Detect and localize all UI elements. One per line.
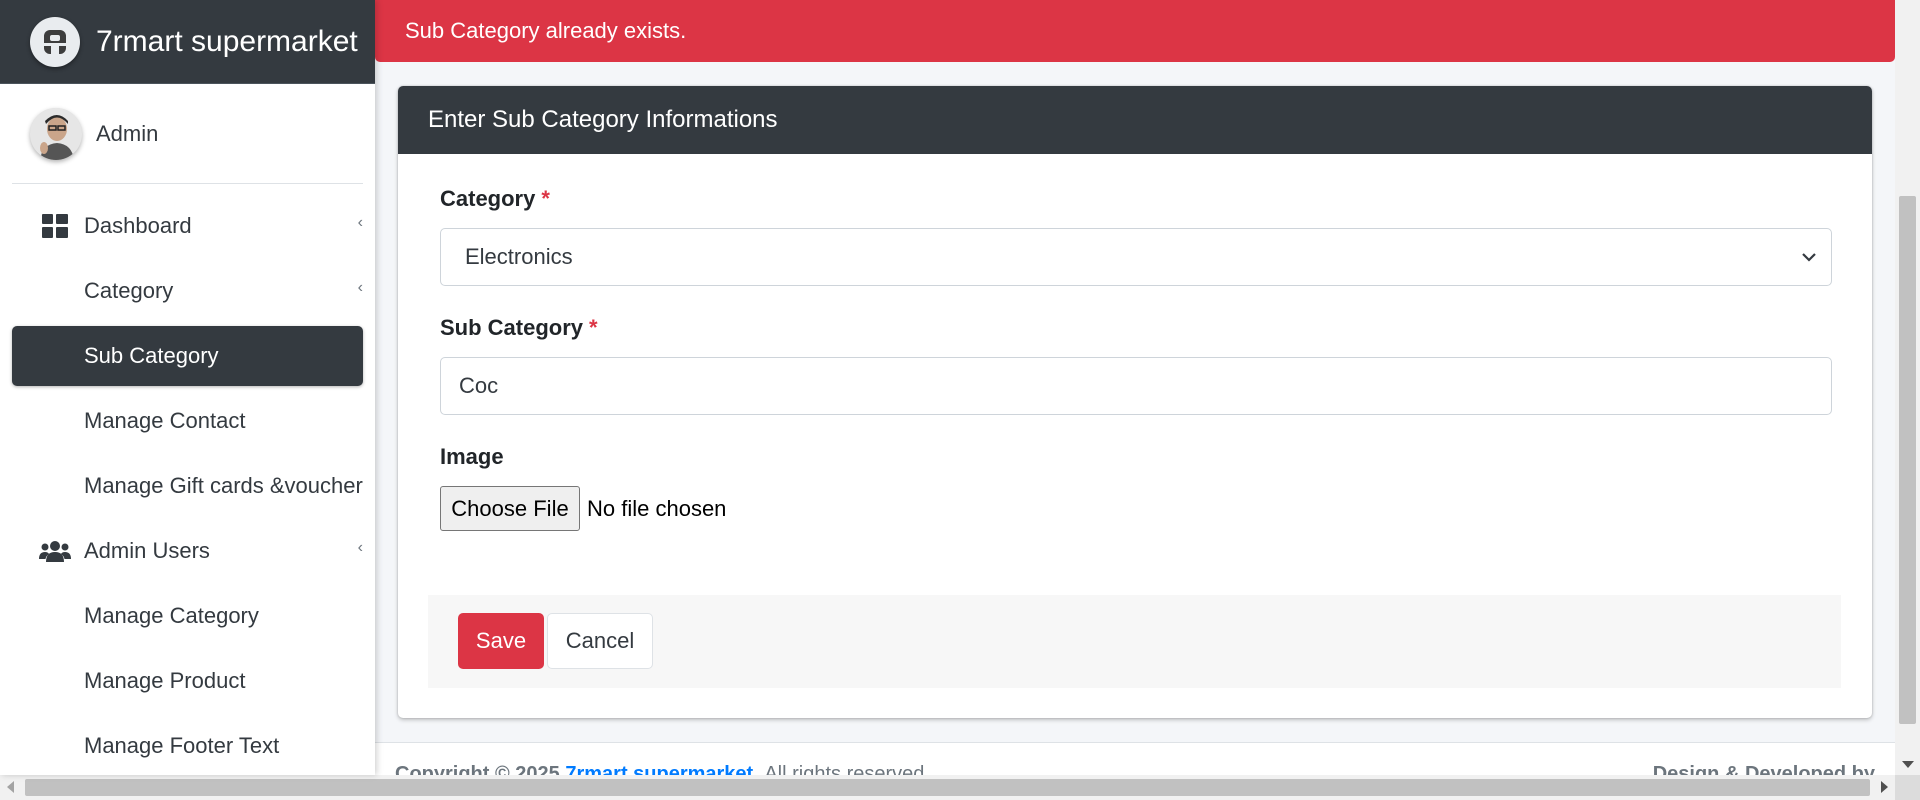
sidebar-item-manage-contact[interactable]: Manage Contact (12, 391, 363, 451)
sidebar-item-sub-category[interactable]: Sub Category (12, 326, 363, 386)
sub-category-input-value: Coc (459, 373, 499, 398)
sub-category-field-group: Sub Category * Coc (440, 315, 1832, 415)
sidebar-item-label: Category (84, 278, 174, 303)
card-footer: Save Cancel (428, 595, 1841, 688)
image-field-group: Image Choose File No file chosen (440, 444, 1832, 531)
sidebar-item-label: Manage Gift cards &voucher (84, 473, 363, 498)
footer-copyright-prefix: Copyright © 2025 (395, 763, 560, 775)
sub-category-input[interactable]: Coc (440, 357, 1832, 415)
sidebar-item-label: Manage Category (84, 603, 259, 628)
horizontal-scrollbar-thumb[interactable] (25, 779, 1870, 796)
footer-brand-link[interactable]: 7rmart supermarket. (565, 763, 758, 775)
page-footer: Copyright © 2025 7rmart supermarket. All… (375, 742, 1895, 775)
category-field-group: Category * Electronics (440, 186, 1832, 286)
main-content: Sub Category already exists. Enter Sub C… (375, 0, 1895, 775)
user-name: Admin (96, 120, 159, 146)
sidebar-item-label: Manage Footer Text (84, 733, 280, 758)
users-group-icon (38, 540, 72, 562)
category-select[interactable]: Electronics (440, 228, 1832, 286)
horizontal-scrollbar[interactable] (0, 775, 1895, 800)
sub-category-label: Sub Category * (440, 315, 1832, 341)
error-alert: Sub Category already exists. (375, 0, 1895, 62)
footer-copyright: Copyright © 2025 7rmart supermarket. All… (395, 763, 930, 775)
scroll-down-arrow-icon[interactable] (1902, 761, 1914, 768)
file-status: No file chosen (587, 495, 727, 521)
required-mark: * (541, 186, 550, 211)
image-label: Image (440, 444, 504, 469)
sidebar-item-label: Admin Users (84, 538, 210, 563)
dashboard-grid-icon (38, 214, 72, 238)
sidebar-item-label: Dashboard (84, 213, 192, 238)
choose-file-button[interactable]: Choose File (440, 486, 580, 531)
sidebar-item-label: Manage Product (84, 668, 246, 693)
scroll-right-arrow-icon[interactable] (1881, 781, 1888, 793)
chevron-left-icon: ‹ (357, 279, 363, 296)
footer-rights: All rights reserved. (764, 763, 930, 775)
vertical-scrollbar-thumb[interactable] (1899, 196, 1916, 724)
required-mark: * (589, 315, 598, 340)
sidebar-nav: Dashboard ‹ Category ‹ Sub Category Mana… (0, 196, 375, 775)
save-button[interactable]: Save (458, 613, 544, 669)
brand-name: 7rmart supermarket (96, 24, 358, 58)
sub-category-label-text: Sub Category (440, 315, 584, 340)
sidebar-item-category[interactable]: Category ‹ (12, 261, 363, 321)
cancel-button[interactable]: Cancel (547, 613, 653, 669)
sidebar-item-label: Manage Contact (84, 408, 246, 433)
vertical-scrollbar[interactable] (1895, 0, 1920, 775)
chevron-down-icon (1801, 247, 1817, 273)
brand-link[interactable]: 7rmart supermarket (0, 0, 375, 84)
sidebar-item-manage-gift-cards[interactable]: Manage Gift cards &voucher (12, 456, 363, 516)
chevron-left-icon: ‹ (357, 539, 363, 556)
sidebar-item-dashboard[interactable]: Dashboard ‹ (12, 196, 363, 256)
brand-logo-icon (30, 16, 80, 67)
sidebar-item-label: Sub Category (84, 343, 219, 368)
sidebar-item-manage-footer-text[interactable]: Manage Footer Text (12, 716, 363, 775)
category-label-text: Category (440, 186, 536, 211)
sidebar-item-admin-users[interactable]: Admin Users ‹ (12, 521, 363, 581)
sidebar-item-manage-category[interactable]: Manage Category (12, 586, 363, 646)
card-title: Enter Sub Category Informations (398, 86, 1872, 154)
footer-credit: Design & Developed by (1652, 763, 1875, 775)
sidebar-item-manage-product[interactable]: Manage Product (12, 651, 363, 711)
user-panel[interactable]: Admin (12, 84, 363, 184)
sidebar: 7rmart supermarket Admin Dashboard ‹ Cat… (0, 0, 375, 775)
category-label: Category * (440, 186, 1832, 212)
scrollbar-corner (1895, 775, 1920, 800)
sub-category-form-card: Enter Sub Category Informations Category… (398, 86, 1872, 718)
scroll-left-arrow-icon[interactable] (7, 781, 14, 793)
avatar (30, 107, 82, 160)
chevron-left-icon: ‹ (357, 214, 363, 231)
image-file-input: Choose File No file chosen (440, 486, 726, 531)
category-select-value: Electronics (465, 244, 573, 269)
